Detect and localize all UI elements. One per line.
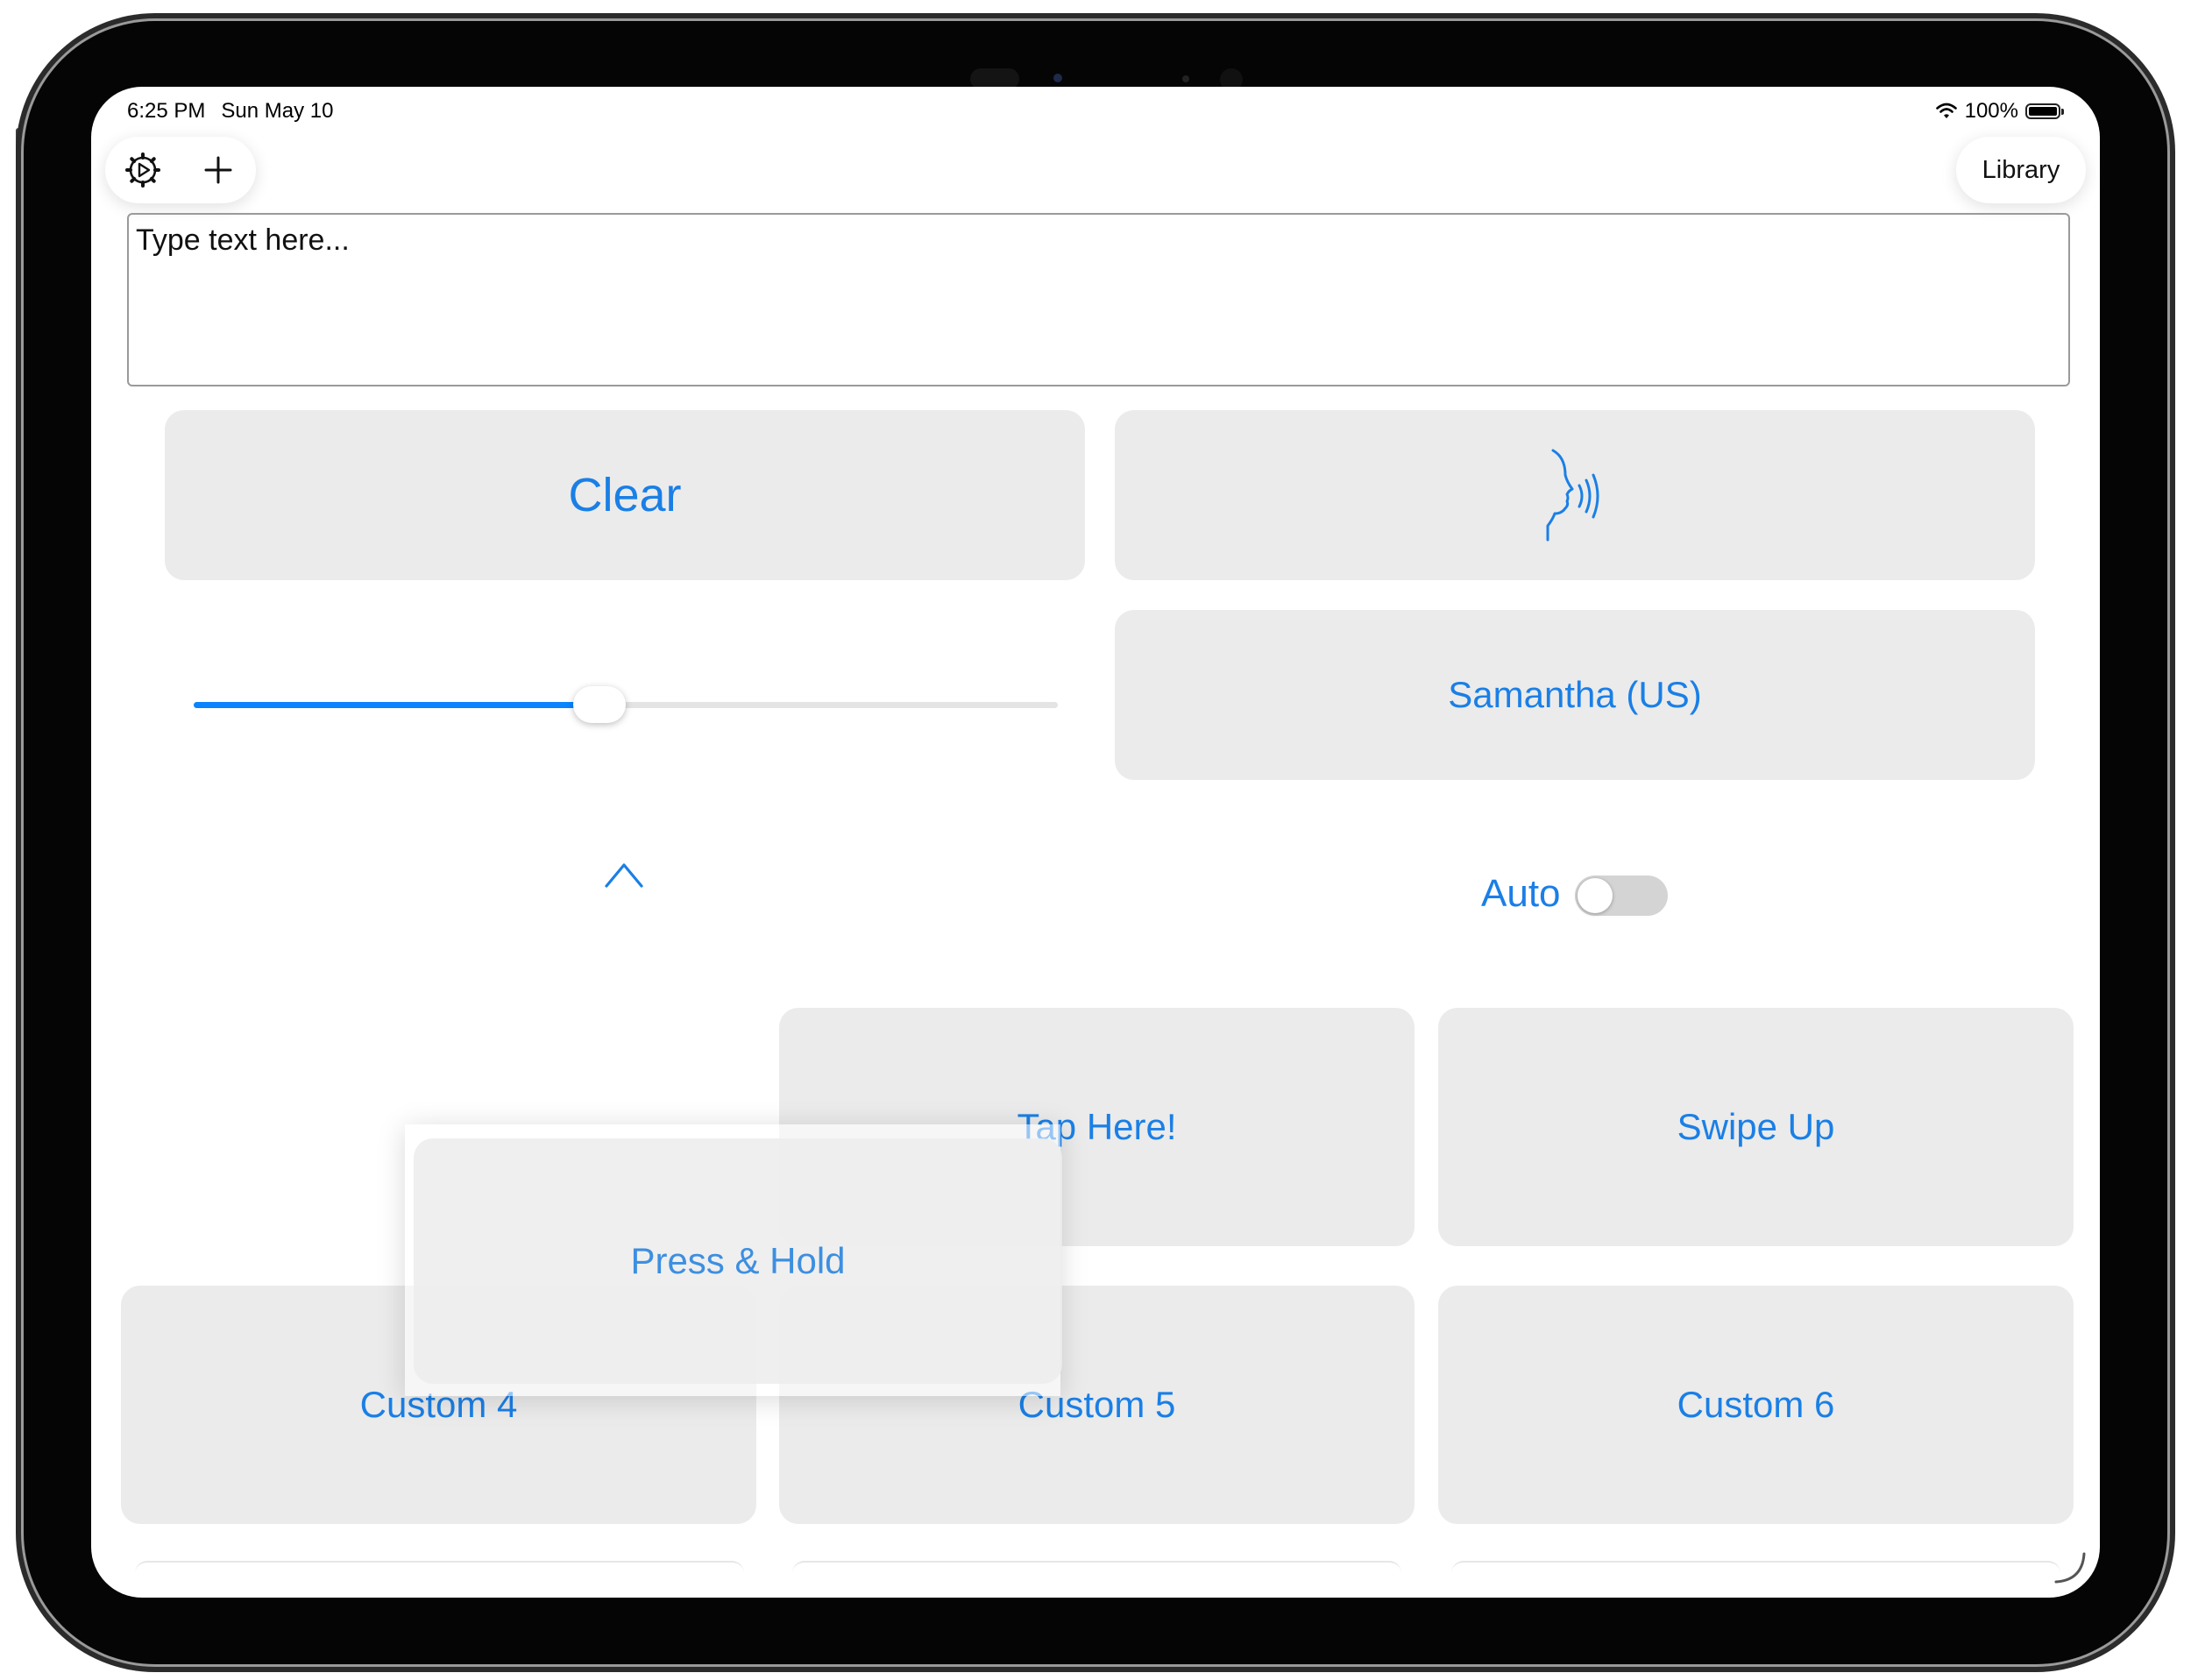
volume-button [172,14,249,21]
drag-preview-label: Press & Hold [630,1240,846,1281]
slider-fill [194,702,600,708]
phrase-label: Swipe Up [1677,1106,1835,1147]
slider-thumb[interactable] [573,686,627,723]
status-bar-right: 100% [1935,99,2064,124]
settings-button[interactable] [105,137,181,203]
battery-icon [2025,103,2064,119]
resize-handle-icon[interactable] [2053,1550,2088,1585]
auto-toggle[interactable] [1575,875,1668,916]
text-input-placeholder: Type text here... [136,223,350,257]
phrase-label: Custom 6 [1677,1384,1835,1425]
phrase-row-peek [135,1561,744,1573]
toolbar-left [105,137,256,203]
chevron-up-icon[interactable] [603,860,645,890]
phrase-button[interactable]: Custom 6 [1438,1286,2074,1524]
library-button[interactable]: Library [1956,137,2086,203]
toggle-knob [1578,878,1613,913]
clear-label: Clear [568,469,682,521]
status-date: Sun May 10 [221,99,334,123]
clear-button[interactable]: Clear [165,410,1085,580]
power-button [16,128,23,223]
speak-button[interactable] [1115,410,2035,580]
plus-icon [204,156,232,184]
auto-label: Auto [1481,872,1561,915]
speaking-head-icon [1546,449,1599,542]
press-hold-drag-preview[interactable]: Press & Hold [414,1138,1062,1384]
phrase-button[interactable]: Swipe Up [1438,1008,2074,1246]
voice-select-button[interactable]: Samantha (US) [1115,610,2035,780]
status-time: 6:25 PM [127,99,206,123]
library-label: Library [1982,155,2060,184]
status-bar-left: 6:25 PM Sun May 10 [127,99,333,124]
voice-label: Samantha (US) [1448,674,1702,715]
app-screen: 6:25 PM Sun May 10 100% Library Type tex… [91,87,2100,1598]
phrase-row-peek [792,1561,1401,1573]
add-button[interactable] [181,137,256,203]
gear-icon [125,152,160,188]
speech-rate-slider[interactable] [194,678,1058,731]
phrase-row-peek [1451,1561,2060,1573]
speech-text-input[interactable]: Type text here... [127,213,2070,386]
wifi-icon [1935,103,1957,118]
volume-button [263,14,340,21]
battery-percent: 100% [1964,99,2018,123]
